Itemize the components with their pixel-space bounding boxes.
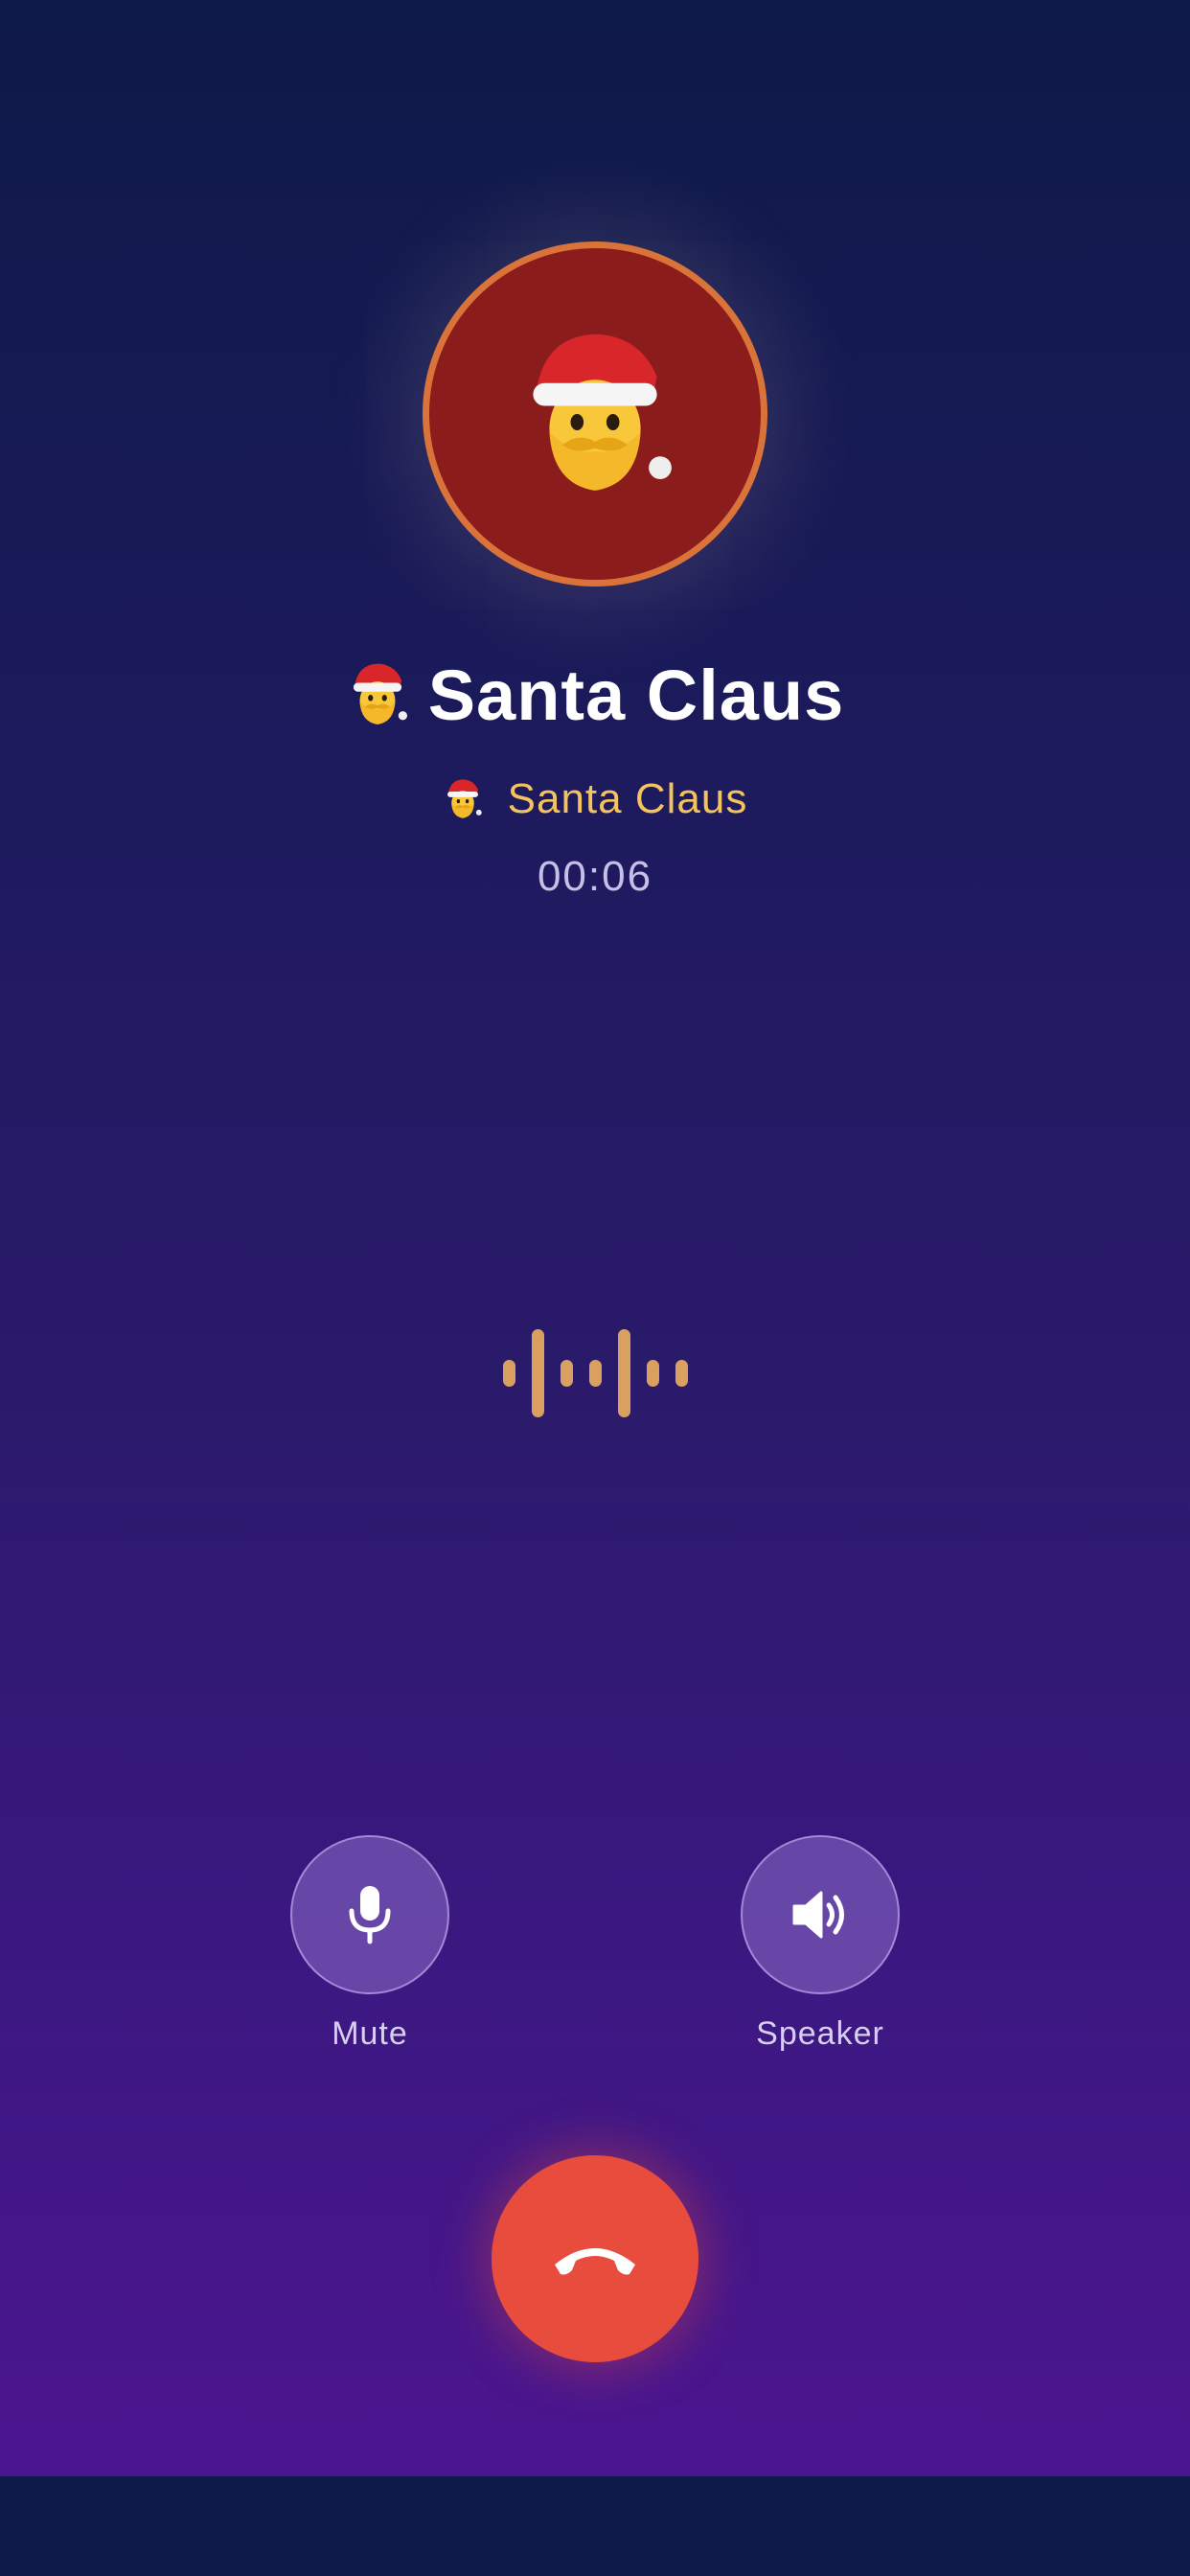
santa-claus-icon <box>446 779 482 818</box>
waveform-bar <box>560 1360 573 1387</box>
speaker-label: Speaker <box>756 2015 884 2052</box>
santa-claus-icon <box>353 663 407 725</box>
waveform-bar <box>675 1360 688 1387</box>
caller-avatar <box>423 242 767 586</box>
caller-name: Santa Claus <box>427 655 845 735</box>
call-screen: Santa Claus Santa Claus 00:06 Mute Speak… <box>0 0 1190 2476</box>
speaker-button[interactable] <box>741 1835 900 1994</box>
speaker-icon <box>792 1891 844 1939</box>
caller-name-row: Santa Claus <box>0 652 1190 738</box>
santa-claus-icon <box>533 334 672 491</box>
call-duration: 00:06 <box>537 853 653 900</box>
avatar-circle <box>423 242 767 586</box>
waveform-bar <box>617 1329 630 1417</box>
microphone-icon <box>349 1886 391 1944</box>
waveform-bar <box>531 1329 544 1417</box>
waveform-bar <box>502 1360 515 1387</box>
speaker-control: Speaker <box>739 1835 902 2053</box>
mute-control: Mute <box>288 1835 451 2053</box>
phone-hangup-icon <box>555 2248 635 2275</box>
waveform-bar <box>646 1360 659 1387</box>
mute-button[interactable] <box>290 1835 449 1994</box>
waveform-bar <box>588 1360 602 1387</box>
home-indicator-area <box>0 2476 1190 2576</box>
caller-subtitle: Santa Claus <box>507 775 748 822</box>
mute-label: Mute <box>332 2015 408 2052</box>
audio-waveform <box>0 1327 1190 1419</box>
end-call-button[interactable] <box>492 2155 698 2362</box>
caller-subtitle-row: Santa Claus <box>0 770 1190 828</box>
